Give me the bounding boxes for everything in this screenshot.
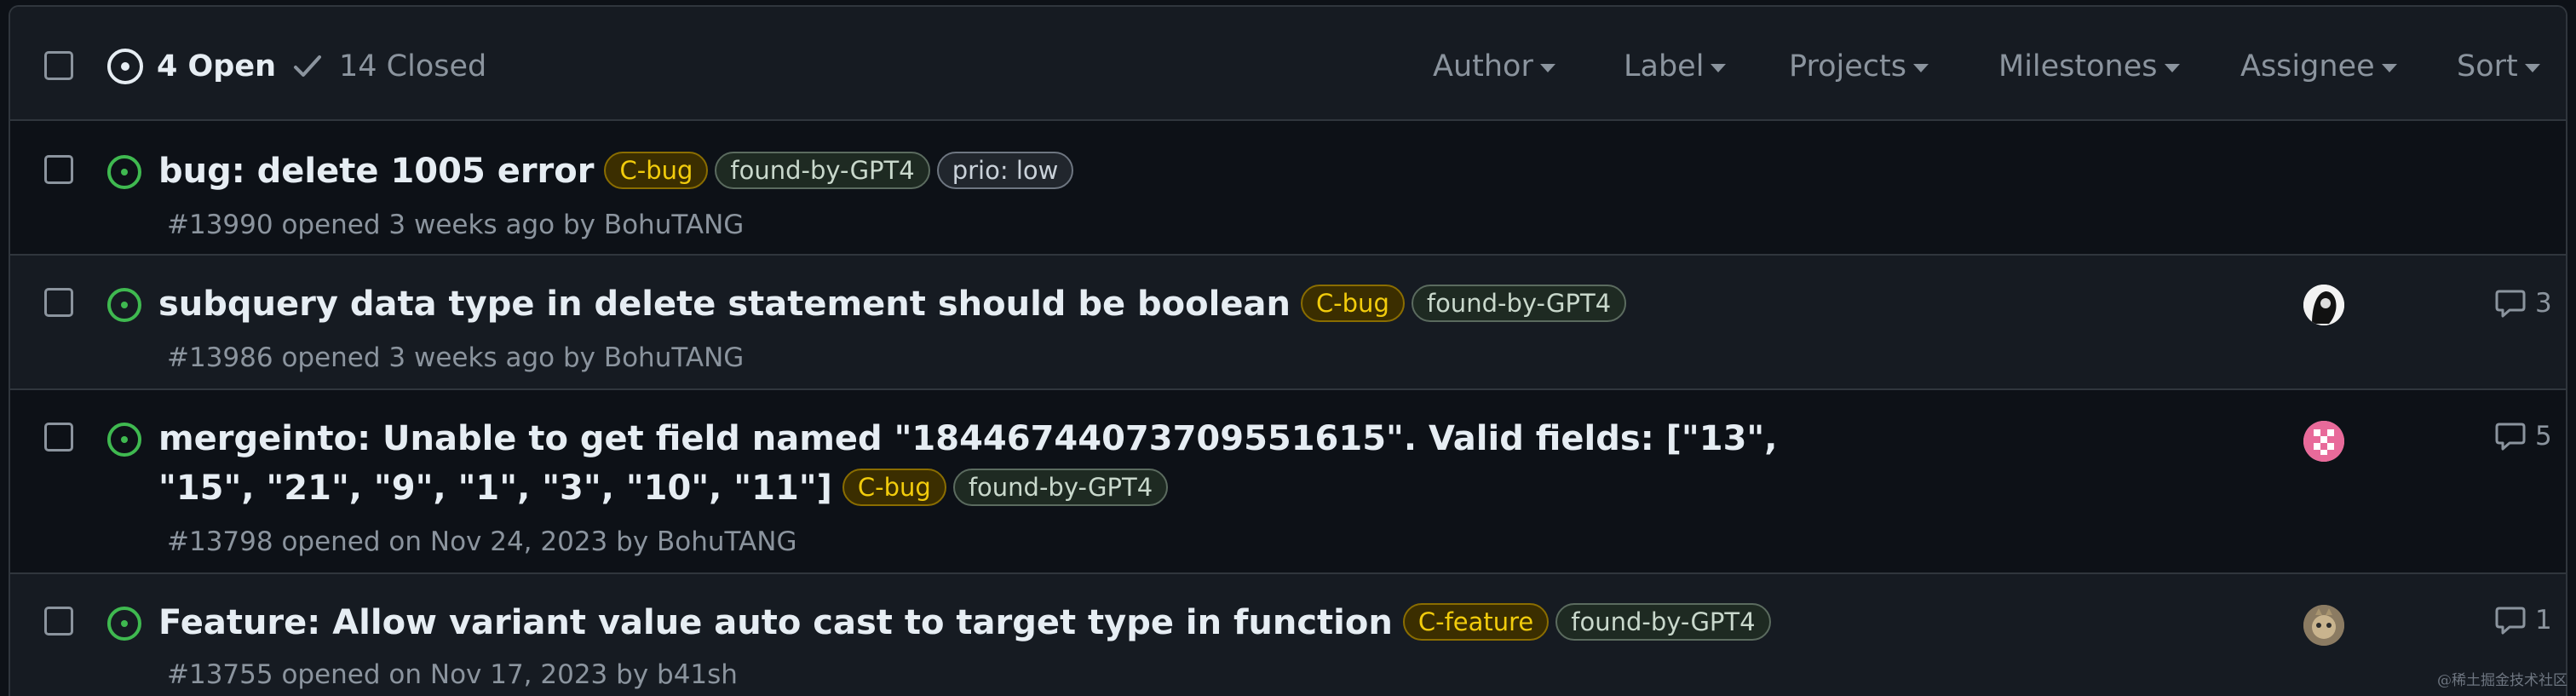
triangle-down-icon xyxy=(2164,64,2180,72)
milestones-filter-label: Milestones xyxy=(1998,49,2158,83)
issue-meta: #13755 opened on Nov 17, 2023 by b41sh xyxy=(167,659,738,690)
select-all-checkbox[interactable] xyxy=(44,51,73,80)
milestones-filter[interactable]: Milestones xyxy=(1998,46,2180,87)
comment-icon xyxy=(2495,290,2526,318)
assignee-filter-label: Assignee xyxy=(2240,49,2375,83)
projects-filter[interactable]: Projects xyxy=(1789,46,1929,87)
label-filter-label: Label xyxy=(1624,49,1705,83)
issue-opened-icon xyxy=(107,49,143,84)
assignee-avatar[interactable] xyxy=(2303,285,2344,325)
issue-label[interactable]: found-by-GPT4 xyxy=(1555,603,1771,641)
sort-filter[interactable]: Sort xyxy=(2457,46,2540,87)
comment-count-value: 3 xyxy=(2535,288,2552,319)
issue-meta: #13798 opened on Nov 24, 2023 by BohuTAN… xyxy=(167,526,797,557)
issue-label[interactable]: prio: low xyxy=(936,152,1074,189)
issue-title-line: subquery data type in delete statement s… xyxy=(158,279,2225,329)
issues-list-box: 4 Open 14 Closed Author Label Projects M… xyxy=(9,5,2567,696)
triangle-down-icon xyxy=(2381,64,2397,72)
issue-title-line: bug: delete 1005 error C-bug found-by-GPT4… xyxy=(158,147,2225,196)
projects-filter-label: Projects xyxy=(1789,49,1906,83)
assignee-filter[interactable]: Assignee xyxy=(2240,46,2397,87)
issue-row[interactable]: Feature: Allow variant value auto cast t… xyxy=(10,574,2566,696)
issue-title-link[interactable]: bug: delete 1005 error xyxy=(158,152,594,191)
issue-title-link[interactable]: subquery data type in delete statement s… xyxy=(158,285,1291,324)
issue-title-line: Feature: Allow variant value auto cast t… xyxy=(158,598,2225,647)
issue-meta: #13986 opened 3 weeks ago by BohuTANG xyxy=(167,342,745,373)
triangle-down-icon xyxy=(1539,64,1555,72)
open-issues-tab[interactable]: 4 Open xyxy=(107,46,276,87)
label-filter[interactable]: Label xyxy=(1624,46,1727,87)
avatar-image xyxy=(2303,605,2344,646)
issue-label[interactable]: found-by-GPT4 xyxy=(715,152,930,189)
issue-opened-icon xyxy=(107,155,141,189)
comment-count[interactable]: 3 xyxy=(2494,288,2552,319)
check-icon xyxy=(294,55,321,77)
author-filter-label: Author xyxy=(1433,49,1533,83)
sort-filter-label: Sort xyxy=(2457,49,2518,83)
author-filter[interactable]: Author xyxy=(1433,46,1555,87)
issues-list-header: 4 Open 14 Closed Author Label Projects M… xyxy=(10,7,2566,121)
avatar-image xyxy=(2303,421,2344,462)
issue-checkbox[interactable] xyxy=(44,155,73,184)
closed-issues-tab[interactable]: 14 Closed xyxy=(293,46,486,87)
issue-checkbox[interactable] xyxy=(44,423,73,452)
issue-checkbox[interactable] xyxy=(44,607,73,636)
issue-opened-icon xyxy=(107,288,141,322)
issue-label[interactable]: found-by-GPT4 xyxy=(1411,285,1627,322)
assignee-avatar[interactable] xyxy=(2303,605,2344,646)
issue-checkbox[interactable] xyxy=(44,288,73,317)
issue-title-link[interactable]: Feature: Allow variant value auto cast t… xyxy=(158,603,1393,642)
issue-meta: #13990 opened 3 weeks ago by BohuTANG xyxy=(167,210,745,240)
comment-icon xyxy=(2495,607,2526,635)
comment-count[interactable]: 5 xyxy=(2494,421,2552,452)
issue-label[interactable]: C-feature xyxy=(1402,603,1550,641)
triangle-down-icon xyxy=(2524,64,2540,72)
issue-label[interactable]: C-bug xyxy=(604,152,709,189)
issue-row[interactable]: mergeinto: Unable to get field named "18… xyxy=(10,390,2566,574)
issue-opened-icon xyxy=(107,607,141,641)
triangle-down-icon xyxy=(1711,64,1727,72)
issue-label[interactable]: found-by-GPT4 xyxy=(952,469,1169,506)
watermark: @稀土掘金技术社区 xyxy=(2437,672,2567,689)
issue-row[interactable]: subquery data type in delete statement s… xyxy=(10,256,2566,390)
comment-count[interactable]: 1 xyxy=(2494,605,2552,636)
comment-count-value: 5 xyxy=(2535,421,2552,452)
comment-icon xyxy=(2495,423,2526,451)
issue-title-line: mergeinto: Unable to get field named "18… xyxy=(158,414,1884,513)
issue-label[interactable]: C-bug xyxy=(1300,285,1405,322)
avatar-image xyxy=(2303,285,2344,325)
issue-opened-icon xyxy=(107,423,141,457)
closed-count-label: 14 Closed xyxy=(339,49,487,83)
issue-row[interactable]: bug: delete 1005 error C-bug found-by-GPT4… xyxy=(10,121,2566,256)
triangle-down-icon xyxy=(1912,64,1929,72)
open-count-label: 4 Open xyxy=(157,49,276,83)
assignee-avatar[interactable] xyxy=(2303,421,2344,462)
comment-count-value: 1 xyxy=(2535,605,2552,636)
issue-label[interactable]: C-bug xyxy=(842,469,946,506)
